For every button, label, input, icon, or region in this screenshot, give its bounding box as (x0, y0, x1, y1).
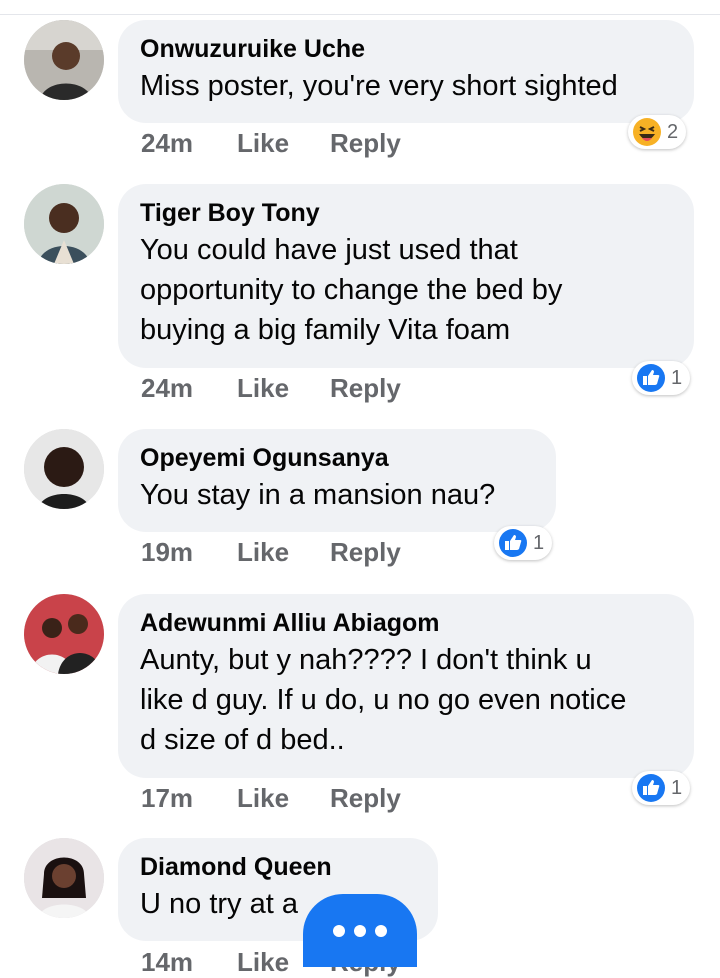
comment-time[interactable]: 14m (141, 947, 237, 978)
commenter-name[interactable]: Tiger Boy Tony (140, 198, 670, 228)
avatar[interactable] (24, 184, 104, 264)
like-button[interactable]: Like (237, 783, 330, 814)
more-options-button[interactable] (303, 894, 417, 967)
commenter-name[interactable]: Opeyemi Ogunsanya (140, 443, 532, 473)
reaction-number: 1 (671, 366, 683, 389)
avatar[interactable] (24, 838, 104, 918)
reaction-number: 1 (533, 531, 545, 554)
reaction-count[interactable]: 2 (628, 115, 687, 149)
more-dots-icon (333, 924, 345, 937)
comment-bubble: Onwuzuruike Uche Miss poster, you're ver… (118, 20, 694, 123)
comment-time[interactable]: 24m (141, 128, 237, 159)
more-dots-icon (354, 924, 366, 937)
comment-text: Miss poster, you're very short sighted (140, 70, 618, 102)
commenter-name[interactable]: Adewunmi Alliu Abiagom (140, 608, 670, 638)
comment-bubble: Tiger Boy Tony You could have just used … (118, 184, 694, 368)
divider (0, 14, 720, 15)
like-button[interactable]: Like (237, 373, 330, 404)
haha-emoji-icon (633, 118, 661, 146)
like-thumb-icon (499, 529, 527, 557)
reaction-count[interactable]: 1 (632, 361, 691, 395)
more-dots-icon (375, 924, 387, 937)
reaction-count[interactable]: 1 (632, 771, 691, 805)
reply-button[interactable]: Reply (330, 783, 401, 814)
avatar[interactable] (24, 429, 104, 509)
comment-text: Aunty, but y nah???? I don't think u lik… (140, 644, 627, 756)
comment-text: You stay in a mansion nau? (140, 479, 496, 511)
avatar[interactable] (24, 594, 104, 674)
reaction-number: 2 (667, 120, 679, 143)
reaction-count[interactable]: 1 (494, 526, 553, 560)
like-button[interactable]: Like (237, 128, 330, 159)
commenter-name[interactable]: Onwuzuruike Uche (140, 34, 670, 64)
comment-actions: 24m Like Reply (141, 128, 401, 159)
comment-time[interactable]: 19m (141, 537, 237, 568)
avatar[interactable] (24, 20, 104, 100)
like-thumb-icon (637, 774, 665, 802)
comment-text: You could have just used that opportunit… (140, 234, 563, 346)
comment-time[interactable]: 24m (141, 373, 237, 404)
reaction-number: 1 (671, 776, 683, 799)
reply-button[interactable]: Reply (330, 128, 401, 159)
reply-button[interactable]: Reply (330, 537, 401, 568)
comment-actions: 24m Like Reply (141, 373, 401, 404)
comment-bubble: Opeyemi Ogunsanya You stay in a mansion … (118, 429, 556, 532)
like-thumb-icon (637, 364, 665, 392)
comment-actions: 17m Like Reply (141, 783, 401, 814)
like-button[interactable]: Like (237, 537, 330, 568)
comment-bubble: Adewunmi Alliu Abiagom Aunty, but y nah?… (118, 594, 694, 778)
comment-actions: 19m Like Reply (141, 537, 401, 568)
reply-button[interactable]: Reply (330, 373, 401, 404)
comment-time[interactable]: 17m (141, 783, 237, 814)
commenter-name[interactable]: Diamond Queen (140, 852, 414, 882)
